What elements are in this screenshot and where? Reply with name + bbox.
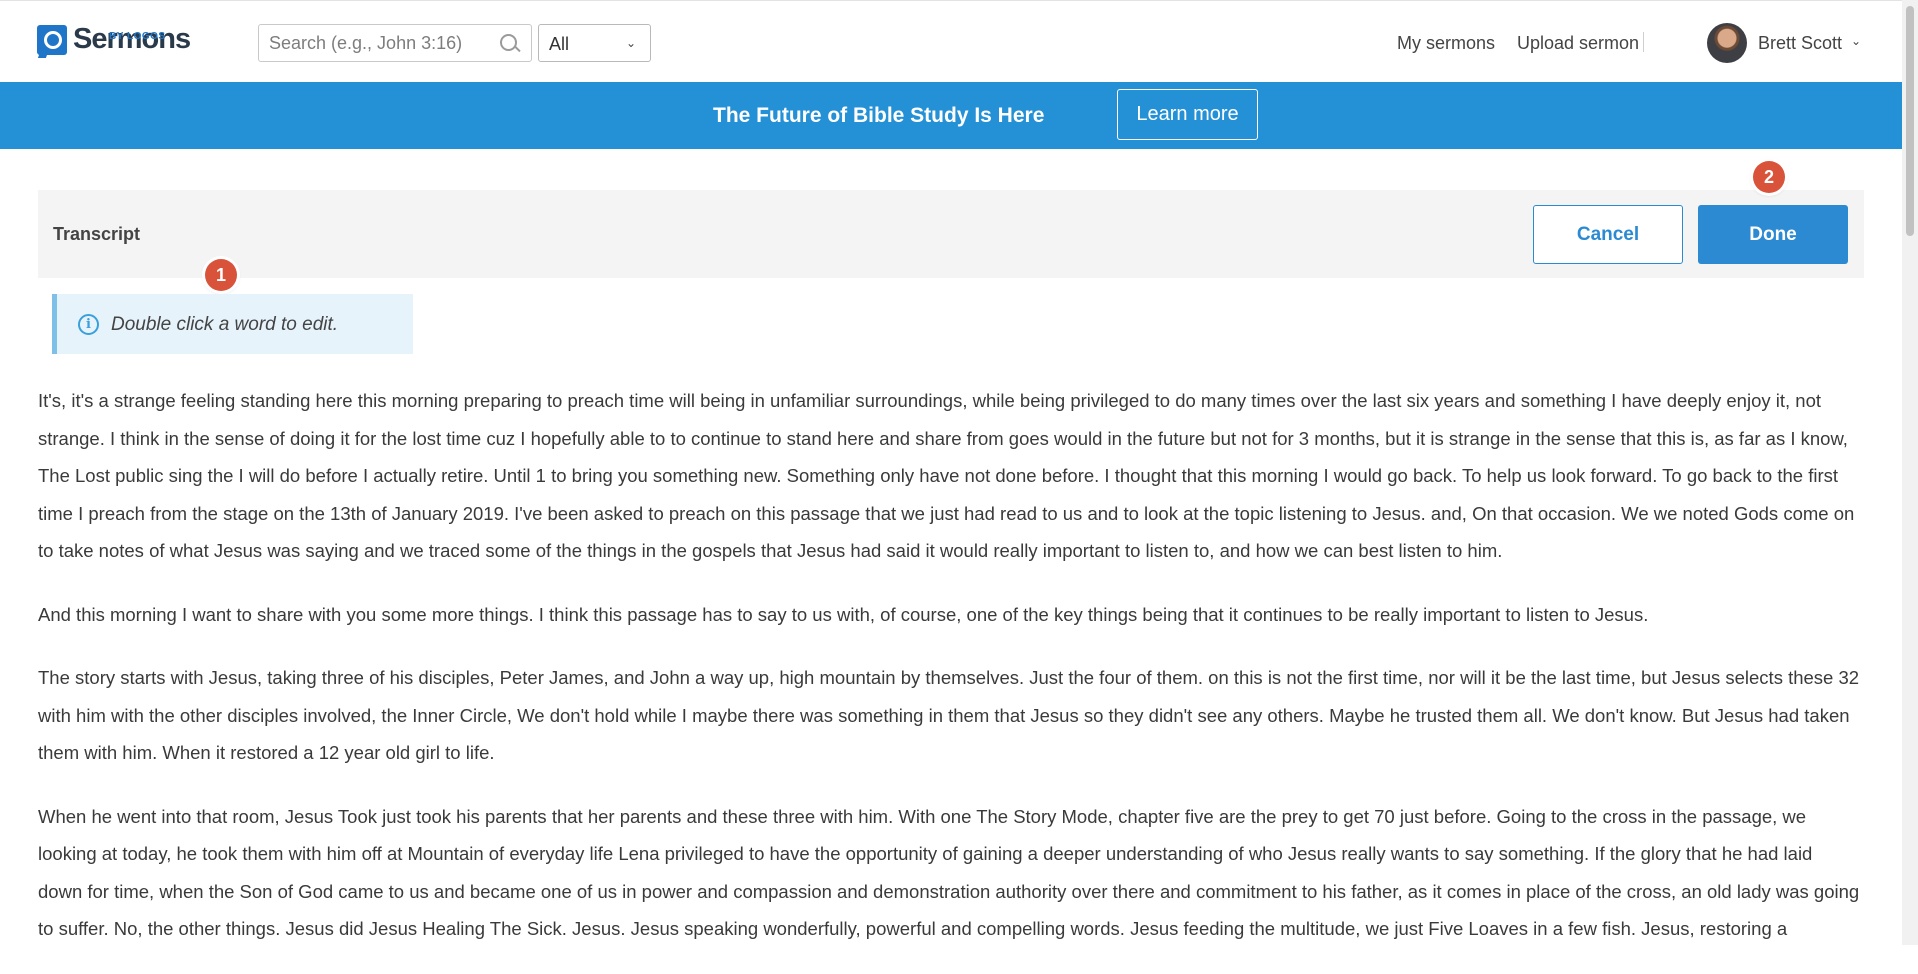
step-marker-2: 2: [1753, 161, 1785, 193]
upload-sermon-link[interactable]: Upload sermon: [1517, 33, 1639, 54]
top-navigation-bar: Sermons BY LOGOS All ⌄ My sermons Upload…: [0, 0, 1902, 83]
my-sermons-link[interactable]: My sermons: [1397, 33, 1495, 54]
info-text: Double click a word to edit.: [111, 314, 339, 335]
transcript-paragraph[interactable]: When he went into that room, Jesus Took …: [38, 798, 1860, 948]
step-marker-1: 1: [205, 259, 237, 291]
section-title: Transcript: [53, 224, 141, 244]
transcript-header: Transcript Cancel Done: [38, 190, 1864, 278]
transcript-body: It's, it's a strange feeling standing he…: [38, 382, 1860, 974]
search-input[interactable]: [259, 25, 489, 61]
search-box: [258, 24, 532, 62]
logo-subtitle: BY LOGOS: [109, 31, 166, 42]
chevron-down-icon[interactable]: ⌄: [1851, 34, 1861, 48]
info-alert: i Double click a word to edit.: [52, 294, 413, 354]
done-button[interactable]: Done: [1698, 205, 1848, 264]
info-icon: i: [78, 314, 99, 335]
banner-title: The Future of Bible Study Is Here: [713, 104, 1045, 127]
transcript-paragraph[interactable]: And this morning I want to share with yo…: [38, 596, 1860, 634]
user-menu-name[interactable]: Brett Scott: [1758, 33, 1842, 54]
promo-banner: The Future of Bible Study Is Here Learn …: [0, 82, 1902, 149]
search-filter-select[interactable]: All ⌄: [538, 24, 651, 62]
transcript-paragraph[interactable]: It's, it's a strange feeling standing he…: [38, 382, 1860, 570]
transcript-paragraph[interactable]: The story starts with Jesus, taking thre…: [38, 659, 1860, 772]
cancel-button[interactable]: Cancel: [1533, 205, 1683, 264]
page-scrollbar[interactable]: [1902, 0, 1918, 945]
nav-divider: [1643, 32, 1644, 52]
scrollbar-thumb[interactable]: [1906, 6, 1914, 236]
avatar[interactable]: [1707, 23, 1747, 63]
logo-icon: [37, 25, 67, 55]
search-icon[interactable]: [500, 34, 517, 51]
chevron-down-icon: ⌄: [625, 36, 636, 50]
learn-more-button[interactable]: Learn more: [1117, 89, 1258, 140]
filter-value: All: [549, 34, 570, 54]
